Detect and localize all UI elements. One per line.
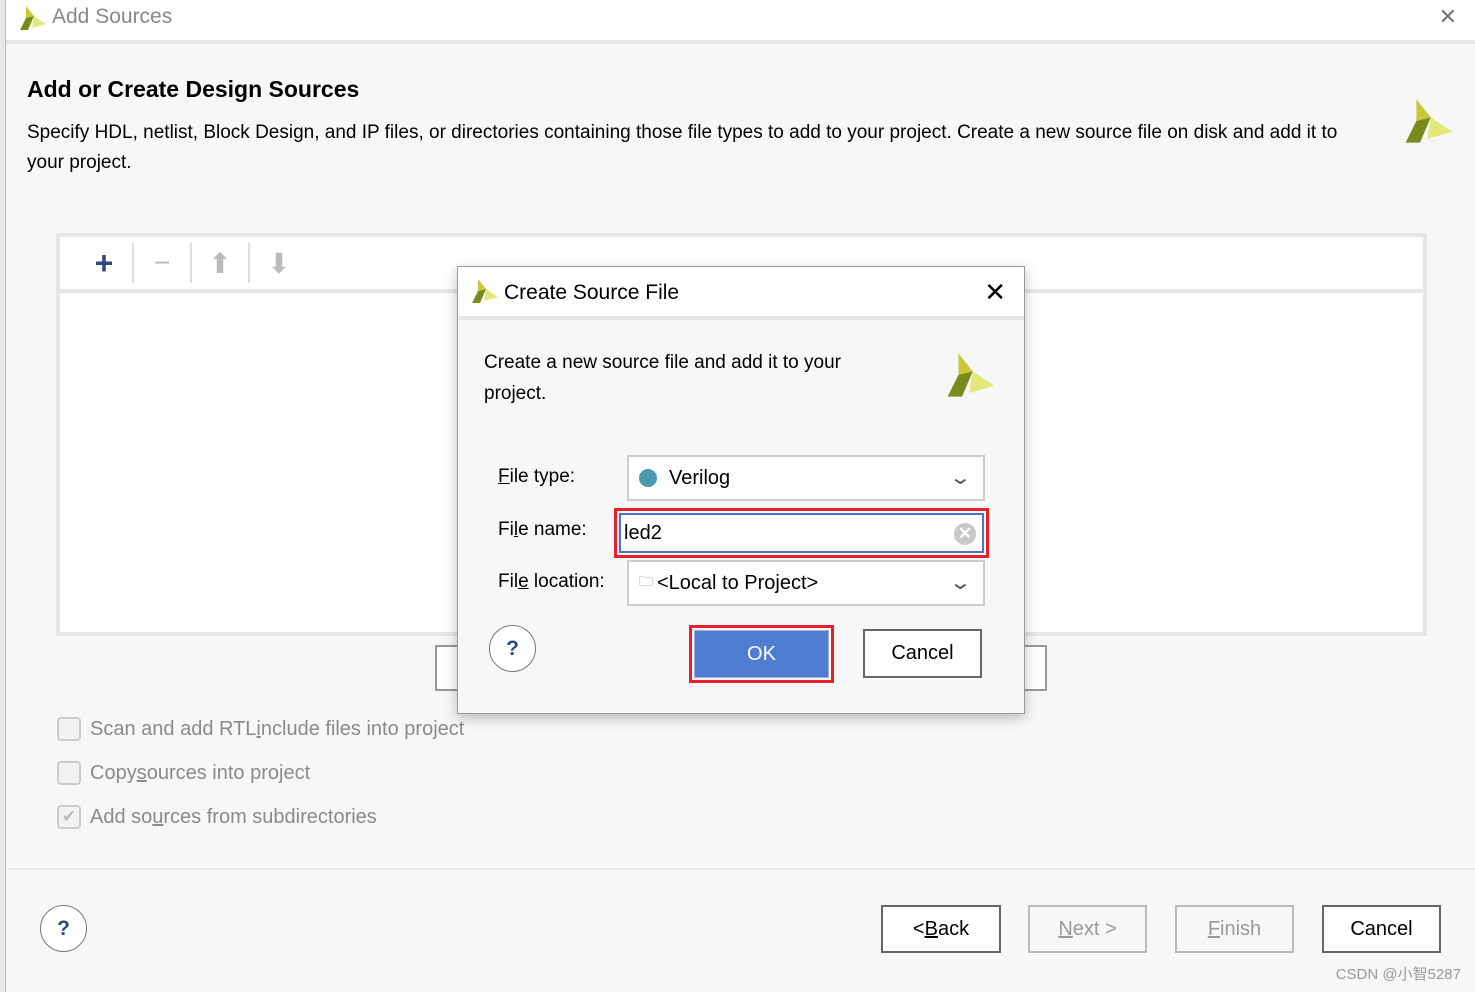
dialog-title: Create Source File	[504, 281, 680, 304]
divider	[6, 868, 1475, 870]
checkbox[interactable]	[57, 717, 81, 741]
create-source-file-dialog: Create Source File ✕ Create a new source…	[457, 266, 1025, 714]
verilog-dot-icon	[639, 469, 657, 487]
chevron-down-icon: ⌄	[948, 572, 973, 594]
cancel-button[interactable]: Cancel	[863, 629, 982, 678]
page-title: Add or Create Design Sources	[27, 76, 360, 102]
label: ources into project	[146, 761, 311, 784]
back-button[interactable]: < Back	[881, 905, 1001, 953]
ok-button[interactable]: OK	[694, 630, 829, 678]
copy-sources-checkbox[interactable]: Copy s ources into project	[57, 761, 310, 785]
file-name-highlight: ✕	[614, 508, 989, 558]
label: Scan and add RTL	[90, 717, 257, 740]
next-button[interactable]: Next >	[1028, 905, 1147, 953]
file-location-label: File location:	[498, 571, 605, 593]
file-type-select[interactable]: Verilog ⌄	[627, 455, 985, 501]
watermark: CSDN @小智5287	[1335, 966, 1461, 983]
file-name-input[interactable]	[624, 521, 924, 545]
file-type-label: File type:	[498, 466, 575, 488]
label: <	[912, 917, 925, 940]
label: Fil	[498, 571, 519, 592]
add-icon[interactable]: +	[76, 243, 134, 283]
close-icon[interactable]: ✕	[1439, 4, 1457, 30]
label: inish	[1220, 917, 1262, 940]
scan-rtl-checkbox[interactable]: Scan and add RTL i nclude files into proj…	[57, 717, 464, 741]
finish-button[interactable]: Finish	[1175, 905, 1294, 953]
cancel-button[interactable]: Cancel	[1322, 905, 1441, 953]
mnemonic: N	[1058, 917, 1073, 940]
help-button[interactable]: ?	[40, 905, 87, 952]
mnemonic: u	[152, 805, 164, 828]
label: Add so	[90, 805, 153, 828]
folder-icon: 🗀	[639, 573, 653, 589]
mnemonic: s	[136, 761, 147, 784]
window-titlebar: Add Sources ✕	[6, 0, 1475, 44]
close-icon[interactable]: ✕	[984, 277, 1006, 308]
vivado-logo-icon	[20, 6, 46, 30]
dialog-titlebar: Create Source File ✕	[458, 267, 1024, 320]
vivado-logo-icon	[1405, 99, 1453, 143]
label: e name:	[518, 519, 587, 540]
label: location:	[528, 571, 605, 592]
label: ile type:	[509, 466, 576, 487]
checkbox-checked[interactable]: ✔	[57, 805, 81, 829]
file-type-value: Verilog	[669, 466, 731, 489]
page-description: Specify HDL, netlist, Block Design, and …	[27, 122, 1338, 173]
file-name-label: File name:	[498, 519, 587, 541]
file-location-select[interactable]: 🗀 <Local to Project> ⌄	[627, 560, 985, 606]
label: nclude files into project	[260, 717, 465, 740]
label: rces from subdirectories	[163, 805, 377, 828]
move-up-icon[interactable]: ⬆	[192, 243, 250, 283]
dialog-description: Create a new source file and add it to y…	[484, 352, 841, 404]
checkbox[interactable]	[57, 761, 81, 785]
subdirectories-checkbox[interactable]: ✔ Add so u rces from subdirectories	[57, 805, 377, 829]
label: ack	[937, 917, 970, 940]
ok-highlight: OK	[689, 625, 834, 683]
background-window-edge	[0, 0, 6, 992]
mnemonic: e	[518, 571, 529, 592]
file-name-field: ✕	[619, 513, 984, 553]
label: ext >	[1072, 917, 1117, 940]
move-down-icon[interactable]: ⬇	[250, 243, 308, 283]
mnemonic: F	[1207, 917, 1221, 940]
chevron-down-icon: ⌄	[948, 467, 973, 489]
mnemonic: B	[924, 917, 938, 940]
window-title: Add Sources	[52, 5, 173, 28]
help-button[interactable]: ?	[489, 625, 536, 672]
mnemonic: F	[498, 466, 510, 487]
vivado-logo-icon	[472, 279, 498, 303]
file-location-value: <Local to Project>	[657, 571, 819, 594]
vivado-logo-icon	[947, 353, 995, 397]
label: Fi	[498, 519, 514, 540]
label: Copy	[90, 761, 137, 784]
remove-icon[interactable]: −	[134, 243, 192, 283]
clear-icon[interactable]: ✕	[954, 523, 976, 545]
